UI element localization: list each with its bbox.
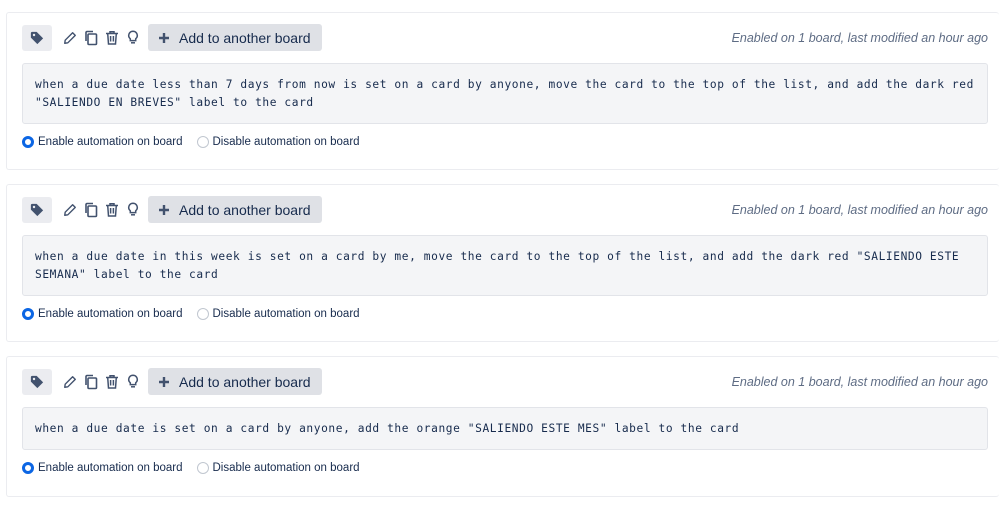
disable-automation-label: Disable automation on board: [212, 307, 360, 320]
enable-automation-radio[interactable]: [22, 135, 34, 148]
plus-icon: [158, 32, 170, 44]
automation-toggle: Enable automation on board Disable autom…: [22, 296, 988, 331]
trash-icon: [106, 31, 118, 45]
add-to-another-board-button[interactable]: Add to another board: [148, 196, 322, 223]
idea-button[interactable]: [124, 199, 142, 221]
tag-icon: [30, 31, 44, 44]
add-to-another-board-button[interactable]: Add to another board: [148, 368, 322, 395]
rule-description: when a due date is set on a card by anyo…: [22, 407, 988, 450]
rule-meta: Enabled on 1 board, last modified an hou…: [731, 30, 988, 45]
rule-description: when a due date less than 7 days from no…: [22, 63, 988, 124]
delete-button[interactable]: [103, 199, 121, 221]
edit-button[interactable]: [61, 199, 79, 221]
rule-meta: Enabled on 1 board, last modified an hou…: [731, 374, 988, 389]
delete-button[interactable]: [103, 27, 121, 49]
lightbulb-icon: [128, 202, 138, 216]
add-to-another-board-button[interactable]: Add to another board: [148, 24, 322, 51]
enable-automation-label: Enable automation on board: [38, 135, 183, 148]
rule-toolbar: Add to another board Enabled on 1 board,…: [22, 368, 988, 395]
edit-button[interactable]: [61, 27, 79, 49]
rule-toolbar: Add to another board Enabled on 1 board,…: [22, 196, 988, 223]
rule-card: Add to another board Enabled on 1 board,…: [6, 12, 999, 170]
rule-card: Add to another board Enabled on 1 board,…: [6, 184, 999, 342]
enable-automation-option[interactable]: Enable automation on board: [22, 461, 183, 474]
lightbulb-icon: [128, 30, 138, 44]
disable-automation-radio[interactable]: [196, 307, 209, 320]
edit-button[interactable]: [61, 371, 79, 393]
automation-toggle: Enable automation on board Disable autom…: [22, 450, 988, 485]
copy-icon: [85, 374, 98, 389]
add-to-another-board-label: Add to another board: [179, 29, 311, 46]
copy-button[interactable]: [82, 27, 100, 49]
add-to-another-board-label: Add to another board: [179, 201, 311, 218]
rule-toolbar: Add to another board Enabled on 1 board,…: [22, 24, 988, 51]
disable-automation-radio[interactable]: [196, 135, 209, 148]
trash-icon: [106, 203, 118, 217]
tag-button[interactable]: [22, 24, 52, 51]
disable-automation-label: Disable automation on board: [212, 461, 360, 474]
disable-automation-option[interactable]: Disable automation on board: [196, 307, 360, 320]
delete-button[interactable]: [103, 371, 121, 393]
pencil-icon: [64, 203, 76, 216]
enable-automation-label: Enable automation on board: [38, 307, 183, 320]
enable-automation-radio[interactable]: [22, 461, 34, 474]
pencil-icon: [64, 375, 76, 388]
rule-description: when a due date in this week is set on a…: [22, 235, 988, 296]
enable-automation-option[interactable]: Enable automation on board: [22, 307, 183, 320]
idea-button[interactable]: [124, 27, 142, 49]
pencil-icon: [64, 31, 76, 44]
lightbulb-icon: [128, 374, 138, 388]
disable-automation-option[interactable]: Disable automation on board: [196, 461, 360, 474]
enable-automation-label: Enable automation on board: [38, 461, 183, 474]
trash-icon: [106, 375, 118, 389]
copy-icon: [85, 30, 98, 45]
rule-card: Add to another board Enabled on 1 board,…: [6, 356, 999, 497]
disable-automation-label: Disable automation on board: [212, 135, 360, 148]
copy-button[interactable]: [82, 199, 100, 221]
tag-icon: [30, 375, 44, 388]
rule-meta: Enabled on 1 board, last modified an hou…: [731, 202, 988, 217]
automation-toggle: Enable automation on board Disable autom…: [22, 124, 988, 159]
disable-automation-radio[interactable]: [196, 461, 209, 474]
plus-icon: [158, 204, 170, 216]
copy-button[interactable]: [82, 371, 100, 393]
copy-icon: [85, 202, 98, 217]
rules-list: Add to another board Enabled on 1 board,…: [6, 12, 999, 511]
plus-icon: [158, 376, 170, 388]
disable-automation-option[interactable]: Disable automation on board: [196, 135, 360, 148]
tag-button[interactable]: [22, 196, 52, 223]
tag-button[interactable]: [22, 368, 52, 395]
enable-automation-option[interactable]: Enable automation on board: [22, 135, 183, 148]
idea-button[interactable]: [124, 371, 142, 393]
add-to-another-board-label: Add to another board: [179, 373, 311, 390]
tag-icon: [30, 203, 44, 216]
enable-automation-radio[interactable]: [22, 307, 34, 320]
